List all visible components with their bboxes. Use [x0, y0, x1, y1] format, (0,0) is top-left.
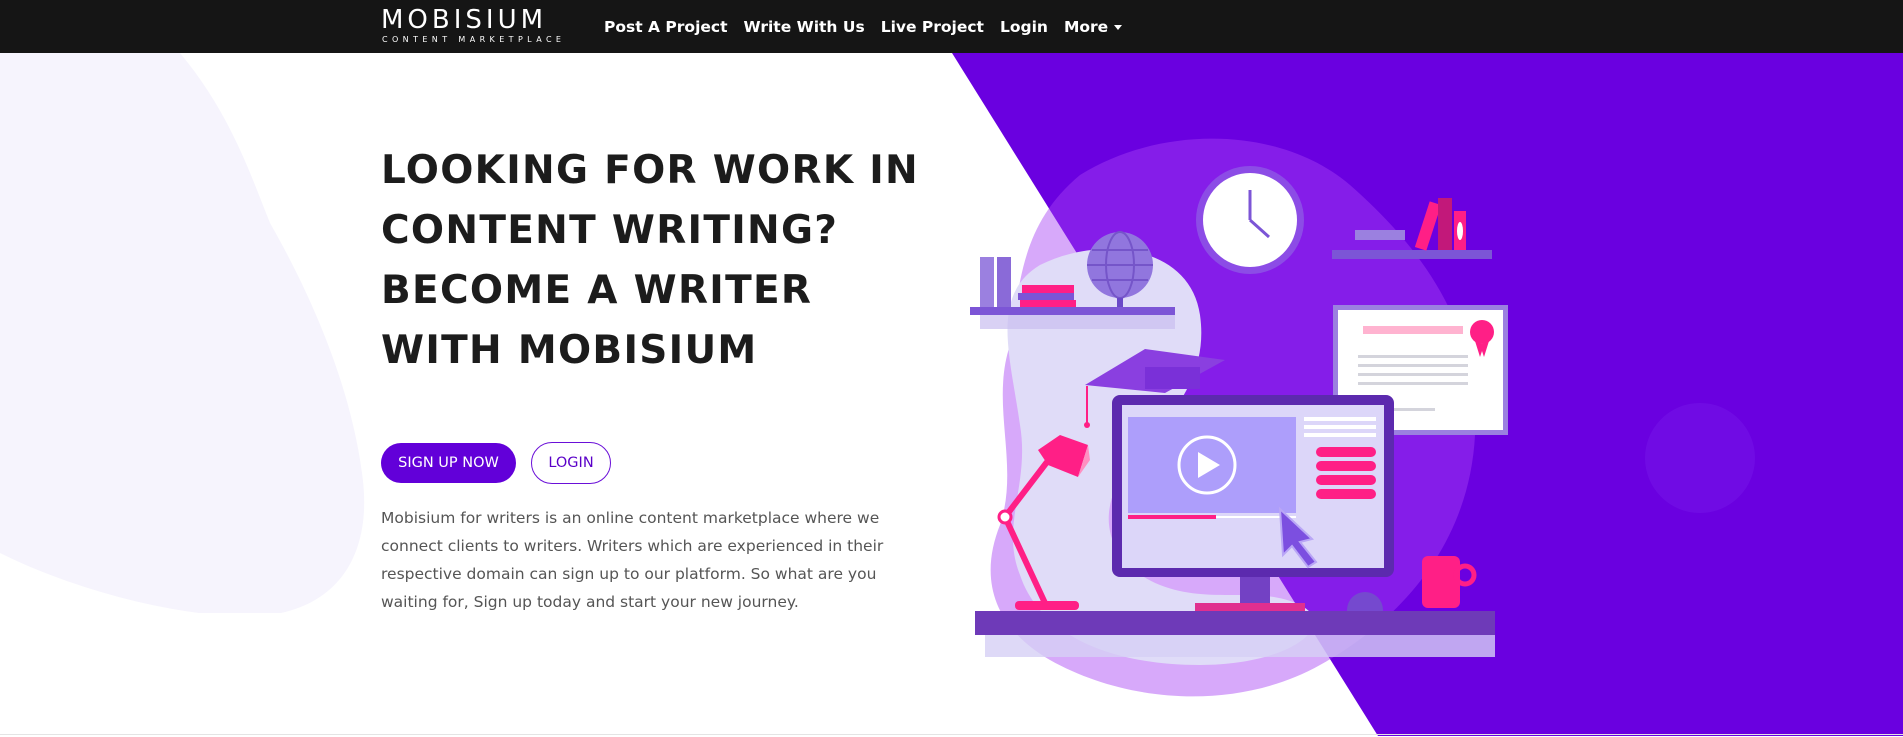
hero-description: Mobisium for writers is an online conten…: [381, 509, 884, 611]
desk: [975, 611, 1495, 635]
top-navbar: MOBISIUM CONTENT MARKETPLACE Post A Proj…: [0, 0, 1903, 53]
nav-post-a-project[interactable]: Post A Project: [604, 18, 728, 36]
nav-live-project[interactable]: Live Project: [881, 18, 984, 36]
shelf-book: [1018, 293, 1074, 300]
nav-login[interactable]: Login: [1000, 18, 1048, 36]
hero-purple-panel: [952, 53, 1903, 736]
nav-more-dropdown[interactable]: More: [1063, 17, 1123, 36]
brand-tagline: CONTENT MARKETPLACE: [382, 35, 566, 44]
shelf-book: [980, 257, 994, 307]
right-shelf: [1332, 250, 1492, 259]
brand-name: MOBISIUM: [381, 5, 548, 35]
hero-illustration: [970, 138, 1508, 697]
left-shelf: [970, 307, 1175, 315]
certificate-seal-icon: [1470, 320, 1494, 344]
nav-write-with-us[interactable]: Write With Us: [744, 18, 865, 36]
coffee-mug-icon: [1422, 556, 1460, 608]
sign-up-now-button[interactable]: SIGN UP NOW: [381, 443, 516, 483]
video-progress: [1128, 515, 1216, 519]
nav-more-label: More: [1063, 17, 1109, 36]
shelf-book: [997, 257, 1011, 307]
desk-lamp: [1015, 601, 1079, 610]
brand-logo[interactable]: MOBISIUM CONTENT MARKETPLACE: [381, 6, 579, 44]
shelf-book: [1022, 285, 1074, 293]
shelf-book: [1020, 300, 1076, 307]
section-divider: [0, 734, 1903, 735]
nav-menu: Post A Project Write With Us Live Projec…: [604, 0, 1138, 53]
purple-glow-circle: [1645, 403, 1755, 513]
login-button[interactable]: LOGIN: [531, 442, 611, 484]
caret-down-icon: [1114, 24, 1123, 30]
hero-section: LOOKING FOR WORK IN CONTENT WRITING? BEC…: [0, 53, 1903, 736]
hero-headline: LOOKING FOR WORK IN CONTENT WRITING? BEC…: [381, 148, 919, 373]
